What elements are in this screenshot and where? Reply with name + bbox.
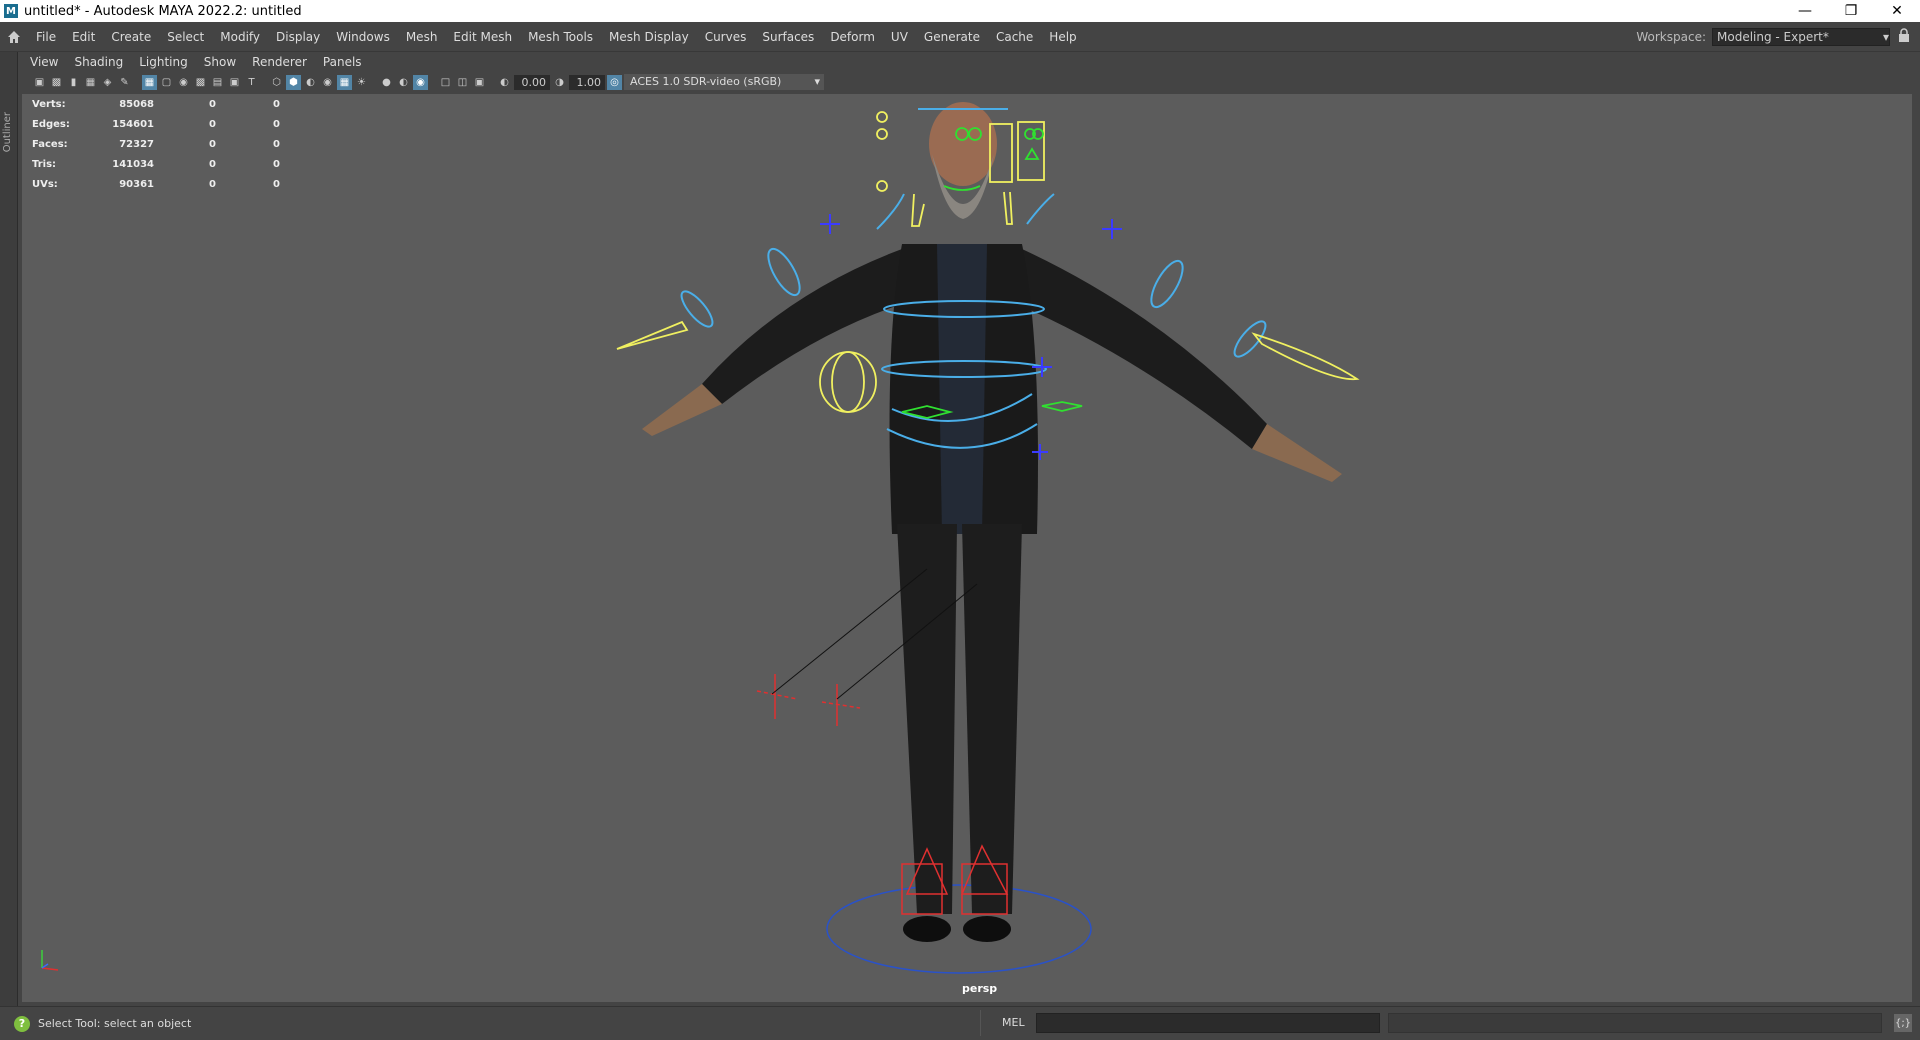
camera-label: persp — [962, 982, 998, 995]
workspace-label: Workspace: — [1636, 30, 1706, 44]
menu-mesh-display[interactable]: Mesh Display — [601, 22, 697, 52]
command-result-field — [1388, 1013, 1882, 1033]
menu-uv[interactable]: UV — [883, 22, 916, 52]
panel-menu-lighting[interactable]: Lighting — [131, 55, 196, 69]
close-icon[interactable]: ✕ — [1874, 0, 1920, 22]
character-rig-scene[interactable] — [22, 94, 1912, 1002]
wireframe-on-shaded-icon[interactable]: ▦ — [337, 74, 352, 90]
shadows-icon[interactable]: ● — [379, 75, 394, 90]
xray-icon[interactable]: □ — [438, 75, 453, 90]
resolution-gate-icon[interactable]: ◉ — [176, 75, 191, 90]
xray-joints-icon[interactable]: ◫ — [455, 75, 470, 90]
menu-generate[interactable]: Generate — [916, 22, 988, 52]
camera-attributes-icon[interactable]: ▩ — [49, 75, 64, 90]
minimize-icon[interactable]: — — [1782, 0, 1828, 22]
panel-toolbar: ▣ ▩ ▮ ▦ ◈ ✎ ▦ ▢ ◉ ▩ ▤ ▣ T ⬡ ⬢ ◐ ◉ ▦ ☀ ● … — [22, 72, 1912, 92]
workspace-selector: Workspace: Modeling - Expert* ▾ — [1636, 22, 1890, 52]
restore-icon[interactable]: ❐ — [1828, 0, 1874, 22]
safe-action-icon[interactable]: ▣ — [227, 75, 242, 90]
lights-icon[interactable]: ☀ — [354, 75, 369, 90]
gamma-icon[interactable]: ◑ — [552, 75, 567, 90]
grease-pencil-icon[interactable]: ✎ — [117, 75, 132, 90]
workspace-dropdown[interactable]: Modeling - Expert* ▾ — [1712, 28, 1890, 46]
bookmark-icon[interactable]: ▮ — [66, 75, 81, 90]
smooth-shade-icon[interactable]: ⬢ — [286, 74, 301, 90]
color-space-value: ACES 1.0 SDR-video (sRGB) — [630, 75, 782, 88]
menu-edit-mesh[interactable]: Edit Mesh — [445, 22, 520, 52]
chevron-down-icon: ▾ — [1882, 30, 1889, 44]
menu-file[interactable]: File — [28, 22, 64, 52]
panel-menu-shading[interactable]: Shading — [66, 55, 131, 69]
menu-surfaces[interactable]: Surfaces — [754, 22, 822, 52]
gamma-field[interactable]: 1.00 — [569, 74, 605, 90]
help-icon[interactable]: ? — [14, 1015, 30, 1032]
main-menu-bar: File Edit Create Select Modify Display W… — [0, 22, 1920, 52]
workspace-value: Modeling - Expert* — [1717, 30, 1829, 44]
home-icon[interactable] — [0, 22, 28, 52]
outliner-label: Outliner — [2, 112, 13, 153]
ambient-occlusion-icon[interactable]: ◐ — [396, 75, 411, 90]
exposure-field[interactable]: 0.00 — [514, 74, 550, 90]
menu-curves[interactable]: Curves — [697, 22, 755, 52]
status-divider — [980, 1010, 982, 1036]
panel-menu-renderer[interactable]: Renderer — [244, 55, 315, 69]
menu-create[interactable]: Create — [103, 22, 159, 52]
grid-icon[interactable]: ▦ — [142, 74, 157, 90]
command-line-input[interactable] — [1036, 1013, 1380, 1033]
menu-mesh-tools[interactable]: Mesh Tools — [520, 22, 601, 52]
menu-cache[interactable]: Cache — [988, 22, 1041, 52]
menu-display[interactable]: Display — [268, 22, 328, 52]
character-mesh[interactable] — [642, 102, 1342, 942]
title-bar: M untitled* - Autodesk MAYA 2022.2: unti… — [0, 0, 1920, 22]
panel-menu-show[interactable]: Show — [196, 55, 244, 69]
lock-icon[interactable] — [1898, 28, 1912, 46]
help-line-text: Select Tool: select an object — [38, 1017, 192, 1030]
chevron-down-icon: ▾ — [814, 75, 820, 88]
safe-title-icon[interactable]: T — [244, 75, 259, 90]
perspective-viewport[interactable]: Verts: 85068 0 0 Edges: 154601 0 0 Faces: 72327… — [22, 94, 1912, 1002]
field-chart-icon[interactable]: ▤ — [210, 75, 225, 90]
select-camera-icon[interactable]: ▣ — [32, 75, 47, 90]
film-gate-icon[interactable]: ▢ — [159, 75, 174, 90]
two-d-pan-icon[interactable]: ◈ — [100, 75, 115, 90]
exposure-icon[interactable]: ◐ — [497, 75, 512, 90]
window-title: untitled* - Autodesk MAYA 2022.2: untitl… — [24, 3, 302, 19]
panel-menu-view[interactable]: View — [22, 55, 66, 69]
color-space-dropdown[interactable]: ACES 1.0 SDR-video (sRGB) ▾ — [624, 74, 824, 90]
panel-menu-bar: View Shading Lighting Show Renderer Pane… — [22, 52, 370, 72]
isolate-select-icon[interactable]: ◉ — [413, 74, 428, 90]
textured-icon[interactable]: ◉ — [320, 75, 335, 90]
default-material-icon[interactable]: ◐ — [303, 75, 318, 90]
menu-deform[interactable]: Deform — [822, 22, 883, 52]
color-management-icon[interactable]: ◎ — [607, 74, 622, 90]
view-axis-icon — [36, 944, 66, 977]
menu-select[interactable]: Select — [159, 22, 212, 52]
gate-mask-icon[interactable]: ▩ — [193, 75, 208, 90]
mel-label[interactable]: MEL — [1002, 1016, 1025, 1029]
menu-help[interactable]: Help — [1041, 22, 1084, 52]
menu-modify[interactable]: Modify — [212, 22, 268, 52]
maya-logo-icon: M — [4, 4, 18, 18]
panel-menu-panels[interactable]: Panels — [315, 55, 370, 69]
ground-control[interactable] — [826, 884, 1092, 974]
menu-edit[interactable]: Edit — [64, 22, 103, 52]
image-plane-icon[interactable]: ▦ — [83, 75, 98, 90]
menu-windows[interactable]: Windows — [328, 22, 398, 52]
menu-mesh[interactable]: Mesh — [398, 22, 446, 52]
xray-active-icon[interactable]: ▣ — [472, 75, 487, 90]
wireframe-icon[interactable]: ⬡ — [269, 75, 284, 90]
outliner-tab[interactable]: Outliner — [0, 52, 18, 1018]
script-editor-icon[interactable]: {;} — [1894, 1014, 1912, 1032]
